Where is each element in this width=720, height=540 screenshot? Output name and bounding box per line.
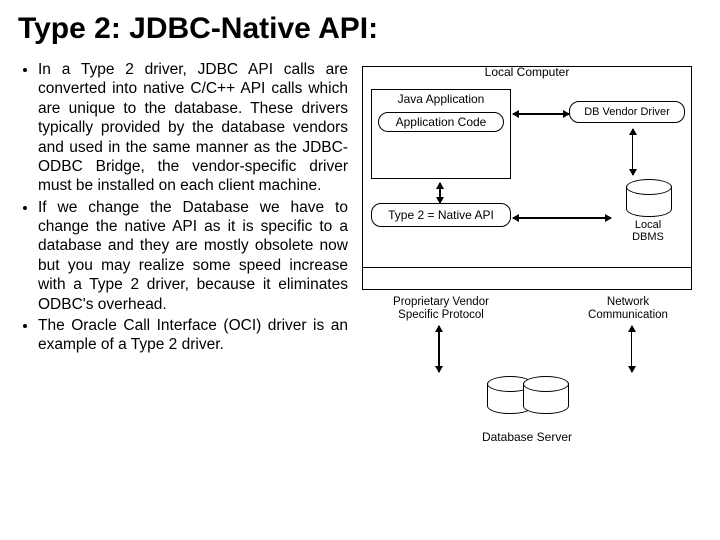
arrow-app-to-vendor: [513, 113, 569, 115]
local-dbms-label: Local DBMS: [619, 219, 677, 243]
diagram: Local Computer Java Application Applicat…: [362, 60, 692, 480]
native-api-box: Type 2 = Native API: [371, 203, 511, 227]
arrow-proto-to-db: [438, 326, 440, 372]
database-server-label: Database Server: [362, 430, 692, 444]
local-computer-box: Local Computer Java Application Applicat…: [362, 66, 692, 290]
db-vendor-driver-box: DB Vendor Driver: [569, 101, 685, 123]
list-item: The Oracle Call Interface (OCI) driver i…: [38, 316, 348, 355]
list-item: In a Type 2 driver, JDBC API calls are c…: [38, 60, 348, 196]
java-application-label: Java Application: [376, 92, 506, 106]
below-box: Proprietary Vendor Specific Protocol Net…: [362, 290, 692, 480]
arrow-vendor-to-dbms: [632, 129, 634, 175]
arrow-app-to-nativeapi: [439, 183, 441, 203]
slide: Type 2: JDBC-Native API: In a Type 2 dri…: [0, 0, 720, 540]
local-dbms: Local DBMS: [619, 179, 677, 243]
arrow-nativeapi-to-dbms: [513, 217, 611, 219]
bullet-list: In a Type 2 driver, JDBC API calls are c…: [18, 60, 348, 355]
left-stack: Java Application Application Code Type 2…: [371, 89, 511, 227]
arrow-network-to-db: [631, 326, 633, 372]
list-item: If we change the Database we have to cha…: [38, 198, 348, 314]
text-column: In a Type 2 driver, JDBC API calls are c…: [18, 60, 348, 480]
cylinder-icon: [523, 376, 567, 414]
network-communication-label: Network Communication: [578, 296, 678, 321]
local-computer-label: Local Computer: [485, 65, 570, 79]
slide-title: Type 2: JDBC-Native API:: [18, 12, 702, 46]
cylinder-icon: [626, 179, 670, 217]
database-server-cylinders: [487, 376, 567, 414]
application-code-box: Application Code: [378, 112, 504, 132]
java-application-box: Java Application Application Code: [371, 89, 511, 179]
slide-body: In a Type 2 driver, JDBC API calls are c…: [18, 60, 702, 480]
divider-line: [363, 267, 691, 268]
proprietary-protocol-label: Proprietary Vendor Specific Protocol: [376, 296, 506, 321]
